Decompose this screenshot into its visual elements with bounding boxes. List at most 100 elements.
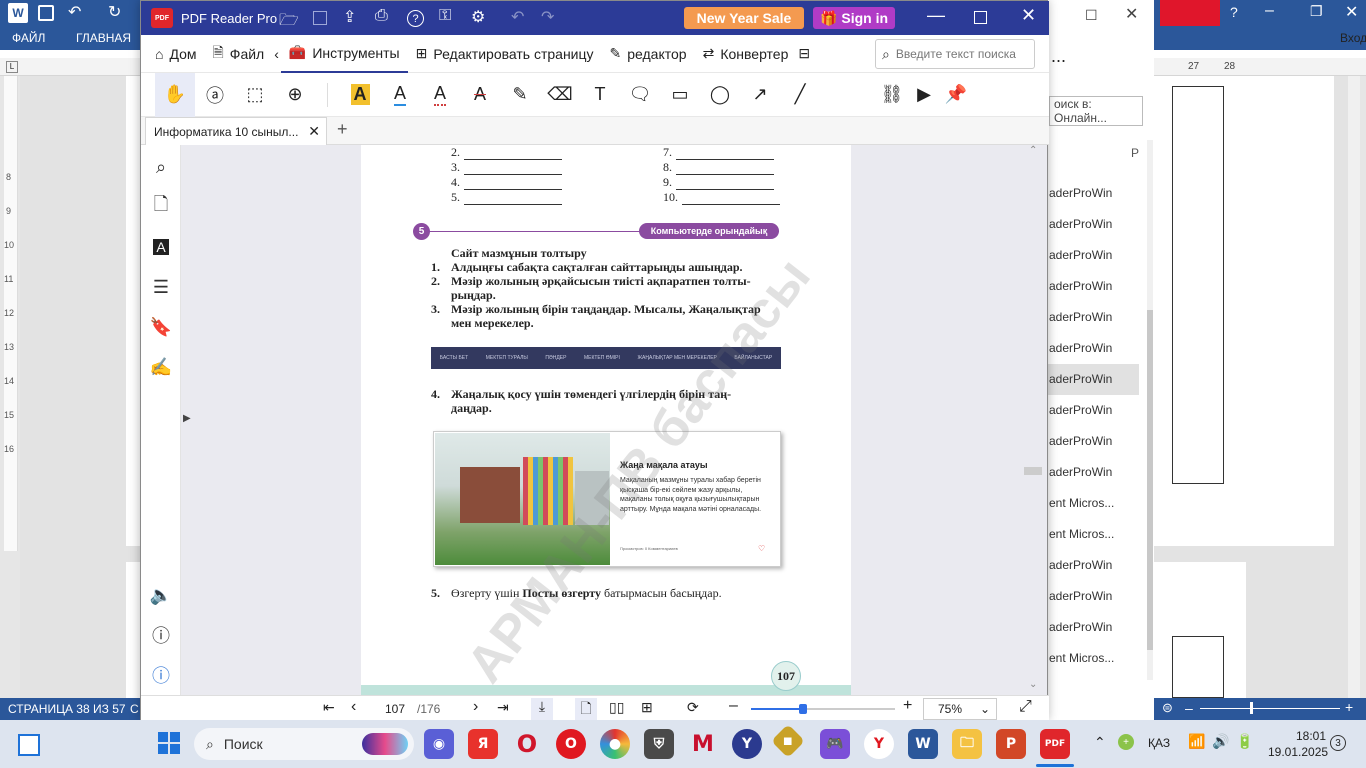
ribbon-display-icon[interactable]: – — [1265, 2, 1274, 20]
opera-icon[interactable]: O — [556, 729, 586, 759]
clock-date[interactable]: 19.01.2025 — [1268, 745, 1328, 759]
highlight-icon[interactable]: A — [340, 73, 380, 117]
text-recognize-icon[interactable]: A — [141, 227, 181, 267]
login-link[interactable]: Вход — [1340, 31, 1366, 45]
dialog-search-input[interactable]: оиск в: Онлайн... — [1049, 96, 1143, 126]
single-page-icon[interactable]: 🗋 — [575, 698, 597, 720]
m-app-icon[interactable]: M — [688, 729, 718, 759]
sign-in-button[interactable]: 🎁 Sign in — [813, 7, 895, 29]
next-page-icon[interactable]: › — [473, 698, 478, 716]
zoom-area-icon[interactable]: ⊕ — [275, 73, 315, 117]
zoom-in-icon[interactable]: + — [903, 697, 912, 715]
dialog-scrollbar-thumb[interactable] — [1147, 310, 1153, 650]
close-icon[interactable]: ✕ — [1021, 5, 1036, 26]
hand-tool-icon[interactable]: ✋ — [155, 72, 195, 117]
zoom-in-icon[interactable]: + — [1345, 699, 1353, 715]
menu-editor[interactable]: ✎ редактор — [602, 35, 695, 73]
two-page-icon[interactable]: ▯▯ — [609, 699, 624, 716]
rotate-icon[interactable]: ⟳ — [687, 699, 699, 716]
menu-edit-page[interactable]: ⊞ Редактировать страницу — [408, 35, 602, 73]
settings-icon[interactable]: ⚙ — [471, 7, 485, 27]
volume-icon[interactable]: 🔊 — [1212, 733, 1229, 750]
input-language[interactable]: ҚАЗ — [1148, 736, 1170, 750]
tray-app-icon[interactable]: + — [1118, 734, 1134, 750]
key-icon[interactable]: ⚿ — [439, 7, 451, 25]
search-icon[interactable]: ⌕ — [141, 147, 181, 187]
underline-icon[interactable]: A — [380, 73, 420, 117]
taskbar-search[interactable]: ⌕ Поиск — [194, 728, 414, 760]
maximize-icon[interactable] — [974, 11, 987, 24]
menu-file[interactable]: 🗎 Файл — [205, 35, 273, 73]
scrollbar-thumb[interactable] — [1024, 467, 1042, 475]
word-zoom-thumb[interactable] — [1250, 702, 1253, 714]
task-view-icon[interactable] — [18, 734, 40, 756]
document-tab[interactable]: Информатика 10 сыныл... ✕ — [145, 117, 327, 145]
menu-home[interactable]: ⌂ Дом — [147, 35, 205, 73]
new-tab-icon[interactable]: + — [337, 119, 348, 140]
zoom-out-icon[interactable]: – — [729, 697, 738, 715]
squiggly-icon[interactable]: A — [420, 73, 460, 117]
dialog-list-item[interactable]: aderProWin — [1043, 178, 1139, 209]
note-icon[interactable]: 🗨 — [620, 73, 660, 117]
powerpoint-icon[interactable]: P — [996, 729, 1026, 759]
menu-tools[interactable]: 🧰 Инструменты — [280, 35, 408, 73]
page-count-status[interactable]: СТРАНИЦА 38 ИЗ 57 — [8, 702, 126, 716]
minimize-icon[interactable]: — — [927, 5, 945, 26]
dialog-list-item[interactable]: aderProWin — [1043, 209, 1139, 240]
prev-page-icon[interactable]: ‹ — [351, 698, 356, 716]
tray-chevron-up-icon[interactable]: ⌃ — [1094, 734, 1106, 751]
dialog-list-item[interactable]: aderProWin — [1043, 395, 1139, 426]
open-folder-icon[interactable]: 🗁 — [279, 9, 299, 36]
clock-time[interactable]: 18:01 — [1296, 729, 1326, 743]
expand-left-panel-icon[interactable]: ▶ — [183, 413, 191, 424]
scroll-up-icon[interactable]: ⌃ — [1029, 145, 1037, 156]
dialog-list-item[interactable]: ent Micros... — [1043, 519, 1139, 550]
dialog-list-item[interactable]: aderProWin — [1043, 426, 1139, 457]
dialog-list-item[interactable]: aderProWin — [1043, 457, 1139, 488]
line-icon[interactable]: ╱ — [780, 73, 820, 117]
signature-icon[interactable]: ✍ — [141, 347, 181, 387]
text-tool-icon[interactable]: T — [580, 73, 620, 117]
dialog-list-item[interactable]: aderProWin — [1043, 581, 1139, 612]
tab-close-icon[interactable]: ✕ — [308, 123, 320, 140]
wifi-icon[interactable]: 📶 — [1188, 733, 1205, 750]
first-page-icon[interactable]: ⇤ — [323, 699, 335, 716]
share-icon[interactable]: ⇪ — [343, 7, 356, 27]
dialog-list-item[interactable]: aderProWin — [1043, 612, 1139, 643]
text-select-icon[interactable]: ⓐ — [195, 73, 235, 117]
tab-selector-icon[interactable]: L — [6, 61, 18, 73]
dialog-restore-icon[interactable]: ☐ — [1085, 7, 1098, 24]
menu-scroll-left[interactable]: ‹ — [272, 35, 281, 73]
outline-icon[interactable]: ☰ — [141, 267, 181, 307]
web-layout-icon[interactable]: ⊜ — [1162, 700, 1173, 716]
pen-icon[interactable]: ✎ — [500, 73, 540, 117]
tab-home[interactable]: ГЛАВНАЯ — [76, 31, 131, 45]
pdf-vertical-scrollbar[interactable]: ⌃ ⌄ — [1021, 145, 1047, 695]
file-explorer-icon[interactable]: 🗀 — [952, 729, 982, 759]
redo-icon[interactable]: ↻ — [108, 2, 121, 22]
undo-icon[interactable]: ↶ — [511, 7, 524, 27]
menu-more[interactable]: ⊟ — [796, 35, 812, 73]
fit-width-icon[interactable]: ⤓ — [531, 698, 553, 720]
opera-gx-icon[interactable]: O — [512, 729, 542, 759]
restore-icon[interactable]: ❐ — [1310, 3, 1323, 20]
scroll-down-icon[interactable]: ⌄ — [1029, 679, 1037, 690]
zoom-select[interactable]: 75% ⌄ — [923, 698, 997, 720]
word-zoom-slider[interactable] — [1200, 708, 1340, 709]
y-app-icon[interactable]: Y — [732, 729, 762, 759]
start-icon[interactable] — [158, 732, 180, 754]
close-icon[interactable]: ✕ — [1345, 2, 1358, 22]
help-icon[interactable]: ? — [407, 10, 424, 27]
yandex-browser-icon[interactable]: Y — [864, 729, 894, 759]
word-vertical-scrollbar[interactable] — [1348, 76, 1360, 698]
save-icon[interactable] — [38, 5, 54, 21]
redo-icon[interactable]: ↷ — [541, 7, 554, 27]
dialog-list-item[interactable]: aderProWin — [1043, 550, 1139, 581]
word-taskbar-icon[interactable]: W — [908, 729, 938, 759]
battery-icon[interactable]: 🔋 — [1236, 733, 1253, 750]
dialog-list-item[interactable]: aderProWin — [1043, 240, 1139, 271]
taskbar-app-icon[interactable]: ◉ — [424, 729, 454, 759]
help-circle-icon[interactable]: ⓘ — [141, 655, 181, 695]
fullscreen-icon[interactable]: ⤢ — [1019, 698, 1032, 716]
notification-badge[interactable]: 3 — [1330, 735, 1346, 751]
